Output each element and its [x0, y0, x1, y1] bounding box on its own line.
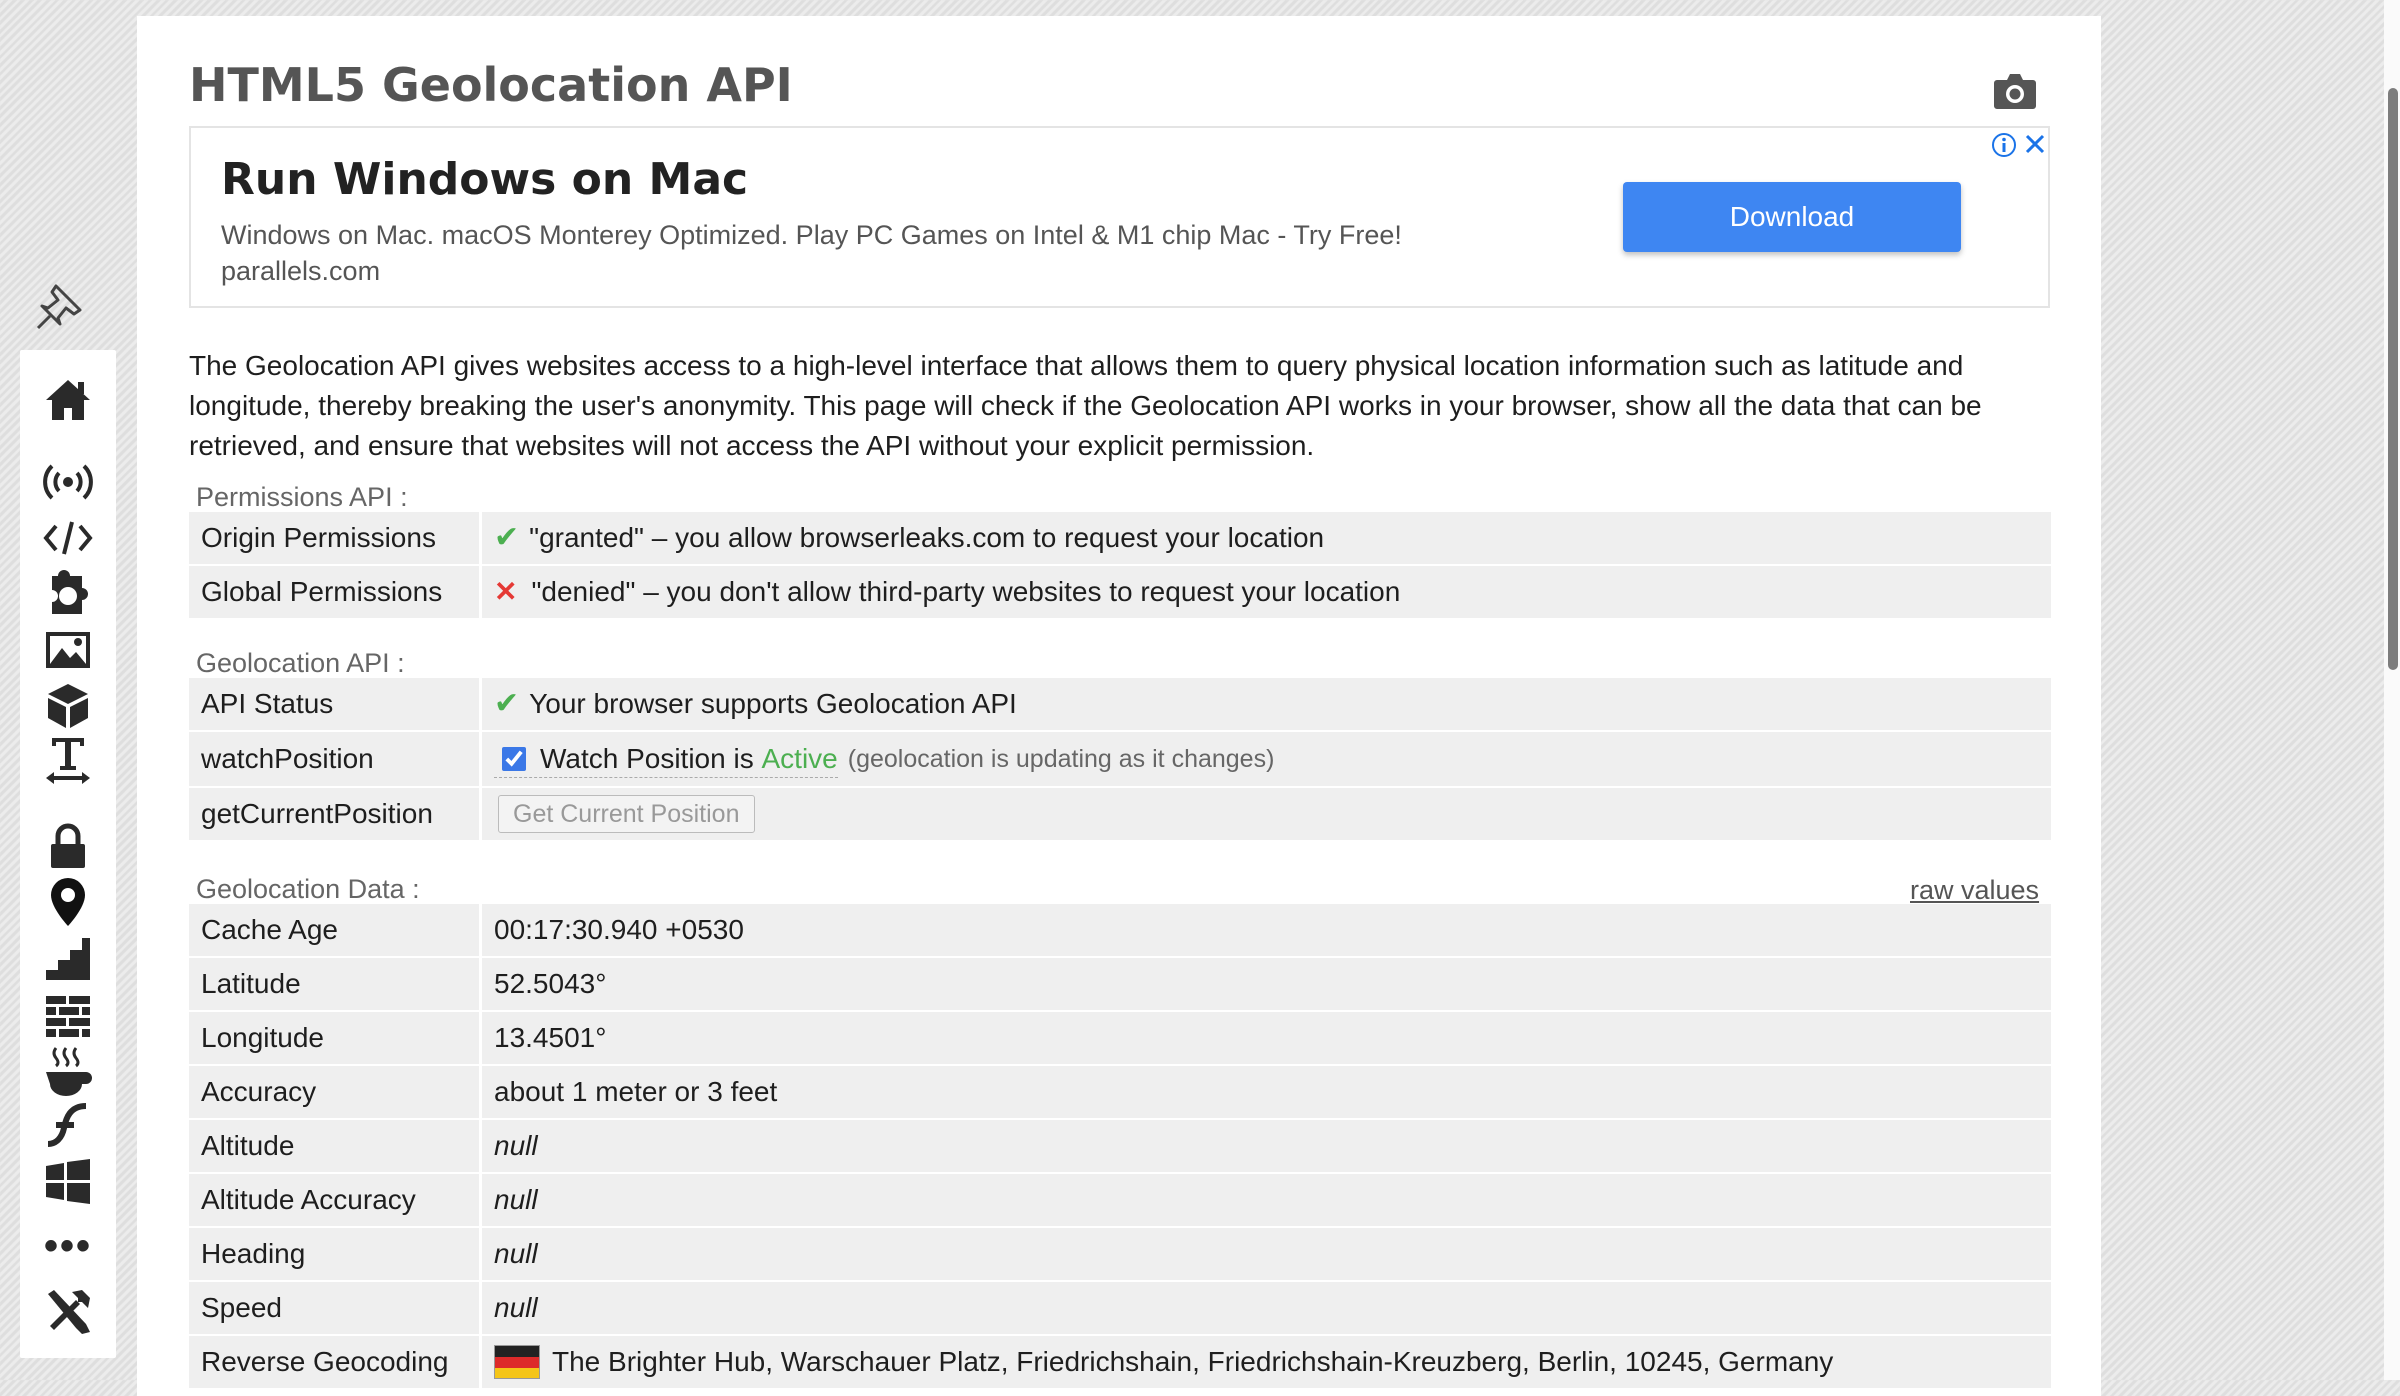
table-row: API Status ✔ Your browser supports Geolo… [189, 678, 2051, 730]
tools-icon[interactable] [42, 1286, 94, 1338]
windows-icon[interactable] [42, 1156, 94, 1208]
ad-download-button[interactable]: Download [1623, 182, 1961, 252]
geolocation-data-heading: Geolocation Data : [196, 874, 420, 904]
stairs-icon[interactable] [42, 932, 94, 984]
main-panel: HTML5 Geolocation API Run Windows on Mac… [137, 16, 2101, 1396]
map-marker-icon[interactable] [42, 876, 94, 928]
row-label: Origin Permissions [189, 512, 479, 564]
germany-flag-icon [494, 1345, 540, 1379]
table-row: Speed null [189, 1282, 2051, 1334]
row-label: getCurrentPosition [189, 788, 479, 840]
lock-icon[interactable] [42, 820, 94, 872]
table-row: Altitude null [189, 1120, 2051, 1172]
row-label: Speed [189, 1282, 479, 1334]
row-value: 00:17:30.940 +0530 [482, 904, 2051, 956]
raw-values-link[interactable]: raw values [1910, 875, 2039, 906]
page-title: HTML5 Geolocation API [189, 58, 793, 112]
api-status-value: Your browser supports Geolocation API [529, 688, 1017, 719]
broadcast-icon[interactable] [42, 456, 94, 508]
geolocation-api-table: API Status ✔ Your browser supports Geolo… [189, 678, 2051, 842]
row-label: Heading [189, 1228, 479, 1280]
puzzle-icon[interactable] [42, 568, 94, 620]
sidebar-nav: ••• [20, 350, 116, 1358]
table-row: Cache Age 00:17:30.940 +0530 [189, 904, 2051, 956]
row-label: Accuracy [189, 1066, 479, 1118]
ad-domain[interactable]: parallels.com [221, 256, 380, 287]
table-row: Reverse Geocoding The Brighter Hub, Wars… [189, 1336, 2051, 1388]
watch-position-state: Active [761, 742, 838, 774]
image-icon[interactable] [42, 624, 94, 676]
cross-icon: ✕ [494, 576, 518, 607]
text-width-icon[interactable] [42, 734, 94, 786]
table-row: Global Permissions ✕ "denied" – you don'… [189, 566, 2051, 618]
geolocation-api-heading: Geolocation API : [196, 648, 405, 678]
row-value: about 1 meter or 3 feet [482, 1066, 2051, 1118]
row-value: Get Current Position [482, 788, 2051, 840]
row-value: 13.4501° [482, 1012, 2051, 1064]
ad-text: Windows on Mac. macOS Monterey Optimized… [221, 220, 1402, 250]
row-label: Altitude [189, 1120, 479, 1172]
scrollbar-thumb[interactable] [2388, 88, 2398, 670]
row-value: ✔ "granted" – you allow browserleaks.com… [482, 512, 2051, 564]
permissions-heading: Permissions API : [196, 482, 408, 512]
reverse-geocoding-value: The Brighter Hub, Warschauer Platz, Frie… [552, 1346, 1834, 1377]
check-icon: ✔ [494, 521, 520, 554]
row-label: Global Permissions [189, 566, 479, 618]
row-value: ✔ Your browser supports Geolocation API [482, 678, 2051, 730]
table-row: Latitude 52.5043° [189, 958, 2051, 1010]
row-value: 52.5043° [482, 958, 2051, 1010]
row-value: null [482, 1174, 2051, 1226]
geolocation-data-table: Cache Age 00:17:30.940 +0530 Latitude 52… [189, 904, 2051, 1390]
check-icon: ✔ [494, 687, 520, 720]
table-row: Altitude Accuracy null [189, 1174, 2051, 1226]
table-row: Accuracy about 1 meter or 3 feet [189, 1066, 2051, 1118]
row-value: null [482, 1282, 2051, 1334]
home-icon[interactable] [42, 374, 94, 426]
page-description: The Geolocation API gives websites acces… [189, 350, 1982, 461]
permissions-table: Origin Permissions ✔ "granted" – you all… [189, 512, 2051, 620]
watch-position-toggle[interactable]: Watch Position is Active [494, 741, 838, 778]
pin-icon[interactable] [32, 278, 88, 334]
row-value: null [482, 1228, 2051, 1280]
row-value: null [482, 1120, 2051, 1172]
camera-icon[interactable] [1991, 66, 2039, 114]
watch-position-hint: (geolocation is updating as it changes) [847, 745, 1275, 773]
table-row: Longitude 13.4501° [189, 1012, 2051, 1064]
table-row: Heading null [189, 1228, 2051, 1280]
flash-icon[interactable] [42, 1100, 94, 1152]
java-coffee-icon[interactable] [42, 1044, 94, 1096]
row-value: The Brighter Hub, Warschauer Platz, Frie… [482, 1336, 2051, 1388]
global-permission-value: "denied" – you don't allow third-party w… [531, 576, 1401, 607]
get-current-position-button[interactable]: Get Current Position [498, 795, 755, 833]
row-label: Reverse Geocoding [189, 1336, 479, 1388]
table-row: getCurrentPosition Get Current Position [189, 788, 2051, 840]
ad-title[interactable]: Run Windows on Mac [221, 154, 748, 205]
more-dots-icon[interactable]: ••• [42, 1220, 94, 1272]
row-label: Latitude [189, 958, 479, 1010]
row-label: Longitude [189, 1012, 479, 1064]
watch-position-text: Watch Position is [540, 742, 754, 774]
ad-close-icon[interactable] [2021, 130, 2049, 158]
row-value: Watch Position is Active (geolocation is… [482, 732, 2051, 786]
row-label: API Status [189, 678, 479, 730]
row-label: watchPosition [189, 732, 479, 786]
origin-permission-value: "granted" – you allow browserleaks.com t… [529, 522, 1325, 553]
ad-info-icon[interactable] [1991, 132, 2017, 158]
ad-banner[interactable]: Run Windows on Mac Windows on Mac. macOS… [189, 126, 2050, 308]
table-row: Origin Permissions ✔ "granted" – you all… [189, 512, 2051, 564]
row-label: Cache Age [189, 904, 479, 956]
cube-icon[interactable] [42, 680, 94, 732]
table-row: watchPosition Watch Position is Active (… [189, 732, 2051, 786]
code-icon[interactable] [42, 512, 94, 564]
watch-position-checkbox[interactable] [502, 746, 526, 771]
row-label: Altitude Accuracy [189, 1174, 479, 1226]
firewall-icon[interactable] [42, 988, 94, 1040]
row-value: ✕ "denied" – you don't allow third-party… [482, 566, 2051, 618]
